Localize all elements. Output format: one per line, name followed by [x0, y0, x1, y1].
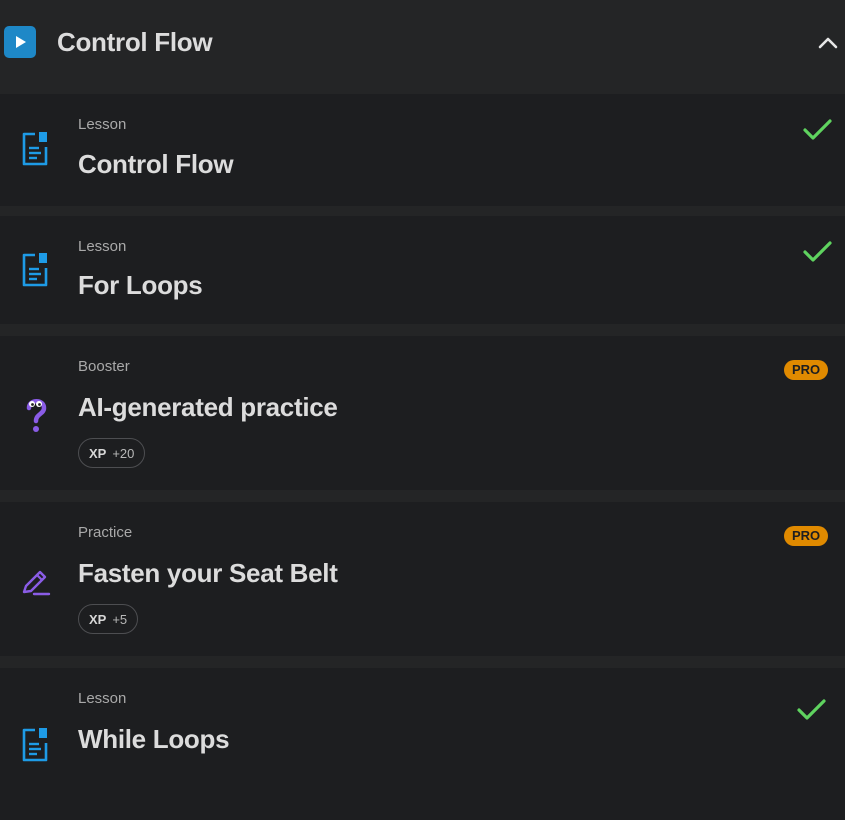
pro-badge: PRO: [784, 526, 829, 546]
item-type: Booster: [78, 358, 130, 375]
list-item[interactable]: Booster AI-generated practice PRO XP +20: [0, 336, 845, 490]
xp-chip: XP +20: [78, 438, 146, 468]
xp-label: XP: [89, 611, 107, 627]
check-icon: [802, 116, 834, 144]
item-title: AI-generated practice: [78, 392, 338, 422]
lesson-document-icon: [20, 251, 52, 291]
item-type: Lesson: [78, 690, 127, 707]
module-title: Control Flow: [57, 27, 213, 57]
module-header[interactable]: Control Flow: [0, 0, 845, 90]
item-type: Lesson: [78, 238, 127, 255]
lesson-document-icon: [20, 130, 52, 170]
item-title: Fasten your Seat Belt: [78, 558, 338, 588]
item-type: Practice: [78, 524, 133, 541]
question-icon: [20, 396, 52, 436]
check-icon: [796, 696, 828, 724]
check-icon: [802, 238, 834, 266]
xp-value: +20: [112, 445, 135, 461]
item-title: While Loops: [78, 724, 230, 754]
lesson-document-icon: [20, 726, 52, 766]
xp-value: +5: [112, 611, 128, 627]
chevron-up-icon[interactable]: [812, 26, 844, 58]
pencil-icon: [20, 562, 52, 602]
play-icon: [4, 26, 36, 58]
list-item[interactable]: Practice Fasten your Seat Belt PRO XP +5: [0, 502, 845, 656]
item-title: For Loops: [78, 270, 203, 300]
xp-label: XP: [89, 445, 107, 461]
pro-badge: PRO: [784, 360, 829, 380]
list-item[interactable]: Lesson For Loops: [0, 216, 845, 324]
item-type: Lesson: [78, 116, 127, 133]
list-item[interactable]: Lesson Control Flow: [0, 94, 845, 206]
xp-chip: XP +5: [78, 604, 139, 634]
list-item[interactable]: Lesson While Loops: [0, 668, 845, 820]
item-title: Control Flow: [78, 149, 234, 179]
